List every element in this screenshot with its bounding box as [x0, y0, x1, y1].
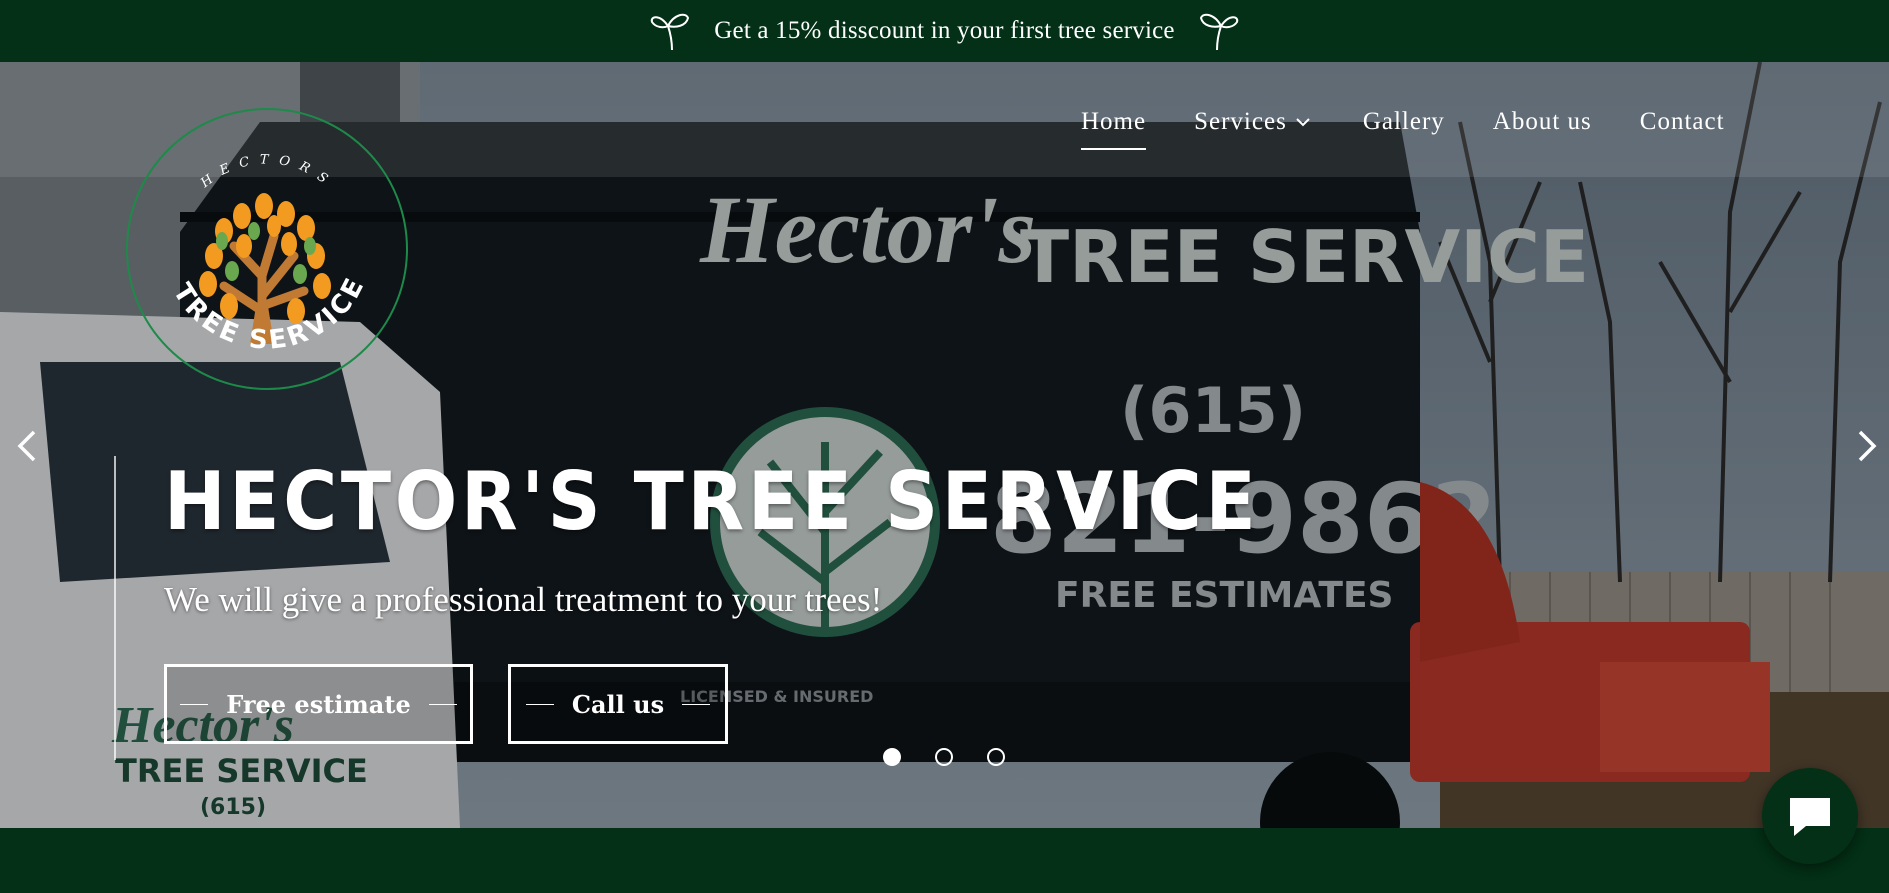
slider-dot-3[interactable]	[987, 748, 1005, 766]
nav-item-services[interactable]: Services	[1194, 108, 1311, 136]
main-nav: Home Services Gallery About us Contact	[1081, 108, 1725, 150]
nav-item-label: About us	[1492, 108, 1592, 135]
promo-bar: Get a 15% disscount in your first tree s…	[0, 0, 1889, 62]
sprout-icon	[1199, 13, 1238, 51]
nav-item-gallery[interactable]: Gallery	[1363, 108, 1445, 136]
button-dash	[682, 703, 711, 705]
promo-text: Get a 15% disscount in your first tree s…	[714, 17, 1175, 44]
slider-dots	[883, 748, 1005, 766]
nav-item-label: Gallery	[1362, 108, 1445, 135]
free-estimate-label: Free estimate	[226, 689, 411, 719]
hero-subtitle: We will give a professional treatment to…	[164, 580, 883, 619]
button-dash	[428, 703, 457, 705]
chat-icon	[1790, 798, 1830, 836]
nav-item-label: Home	[1081, 108, 1147, 135]
svg-text:HECTORS: HECTORS	[197, 152, 338, 192]
hero-slider: Hector's TREE SERVICE (615) 821-9862 FRE…	[0, 62, 1889, 828]
button-dash	[180, 703, 209, 705]
slider-dot-2[interactable]	[935, 748, 953, 766]
call-us-label: Call us	[571, 689, 665, 719]
hero-title: HECTOR'S TREE SERVICE	[164, 455, 1260, 548]
nav-item-label: Contact	[1639, 108, 1725, 135]
call-us-button[interactable]: Call us	[508, 664, 728, 744]
chevron-left-icon[interactable]	[12, 426, 42, 466]
button-dash	[525, 703, 554, 705]
nav-item-about-us[interactable]: About us	[1493, 108, 1592, 136]
sprout-icon	[651, 13, 690, 51]
chevron-right-icon[interactable]	[1852, 426, 1882, 466]
brand-logo[interactable]: HECTORS TREE SERVICE	[124, 106, 410, 392]
slider-dot-1[interactable]	[883, 748, 901, 766]
free-estimate-button[interactable]: Free estimate	[164, 664, 473, 744]
chevron-down-icon	[1296, 118, 1310, 127]
hero-divider	[114, 456, 116, 760]
nav-item-label: Services	[1194, 108, 1287, 135]
nav-item-home[interactable]: Home	[1081, 108, 1147, 150]
nav-item-contact[interactable]: Contact	[1640, 108, 1725, 136]
chat-button[interactable]	[1762, 768, 1858, 864]
